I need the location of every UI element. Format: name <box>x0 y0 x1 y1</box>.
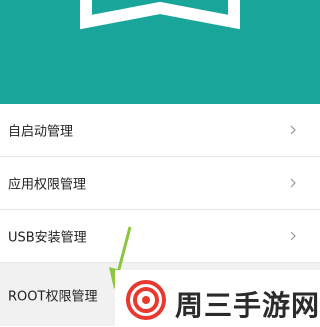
chevron-right-icon <box>290 125 296 135</box>
menu-item-label: 自启动管理 <box>8 124 74 140</box>
menu-item-autostart[interactable]: 自启动管理 <box>0 104 320 157</box>
menu-item-label: ROOT权限管理 <box>8 289 98 304</box>
menu-item-label: 应用权限管理 <box>8 177 87 193</box>
menu-item-label: USB安装管理 <box>8 230 87 246</box>
site-logo-icon <box>126 280 166 320</box>
chevron-right-icon <box>290 231 296 241</box>
bookmark-icon <box>80 0 240 30</box>
header-banner <box>0 0 320 104</box>
watermark-text: 周三手游网 <box>175 289 320 322</box>
watermark: 周三手游网 <box>115 270 320 327</box>
menu-item-usb-install[interactable]: USB安装管理 <box>0 210 320 263</box>
menu-item-app-permissions[interactable]: 应用权限管理 <box>0 157 320 210</box>
chevron-right-icon <box>290 178 296 188</box>
